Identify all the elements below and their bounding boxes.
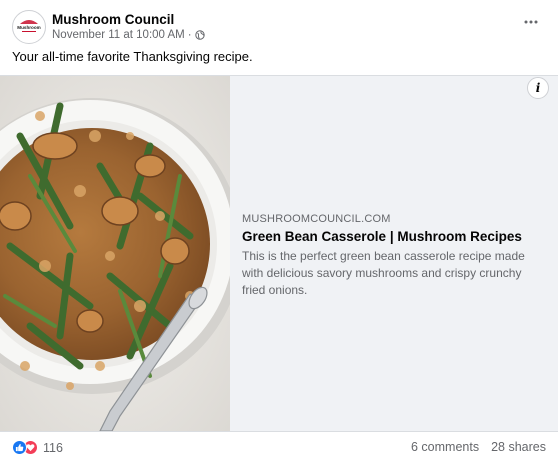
info-icon[interactable]: i bbox=[527, 77, 549, 99]
like-icon bbox=[12, 440, 27, 455]
page-name[interactable]: Mushroom Council bbox=[52, 12, 174, 27]
post-footer: 116 6 comments 28 shares bbox=[12, 438, 546, 458]
globe-icon[interactable] bbox=[194, 30, 205, 40]
link-description: This is the perfect green bean casserole… bbox=[242, 249, 525, 297]
mushroom-council-logo: Mushroom bbox=[14, 12, 44, 42]
post-text: Your all-time favorite Thanksgiving reci… bbox=[12, 49, 253, 64]
link-title[interactable]: Green Bean Casserole | Mushroom Recipes bbox=[242, 229, 552, 244]
link-domain: MUSHROOMCOUNCIL.COM bbox=[242, 213, 391, 225]
avatar-logo-text: Mushroom bbox=[17, 25, 40, 30]
comments-count[interactable]: 6 comments bbox=[411, 440, 479, 454]
reactions-summary[interactable]: 116 bbox=[12, 440, 63, 455]
green-bean-casserole-photo bbox=[0, 76, 230, 431]
reaction-count[interactable]: 116 bbox=[43, 441, 63, 455]
shares-count[interactable]: 28 shares bbox=[491, 440, 546, 454]
link-preview-image[interactable] bbox=[0, 76, 230, 431]
post-meta: November 11 at 10:00 AM · bbox=[52, 29, 205, 41]
post-header: Mushroom Mushroom Council November 11 at… bbox=[12, 10, 546, 44]
page-avatar[interactable]: Mushroom bbox=[12, 10, 46, 44]
post-timestamp[interactable]: November 11 at 10:00 AM bbox=[52, 29, 185, 41]
engagement-stats: 6 comments 28 shares bbox=[411, 440, 546, 454]
more-options-icon[interactable] bbox=[520, 14, 542, 30]
link-preview-info[interactable]: i MUSHROOMCOUNCIL.COM Green Bean Cassero… bbox=[230, 76, 558, 431]
link-preview-card[interactable]: i MUSHROOMCOUNCIL.COM Green Bean Cassero… bbox=[0, 75, 558, 432]
meta-separator: · bbox=[187, 29, 192, 41]
